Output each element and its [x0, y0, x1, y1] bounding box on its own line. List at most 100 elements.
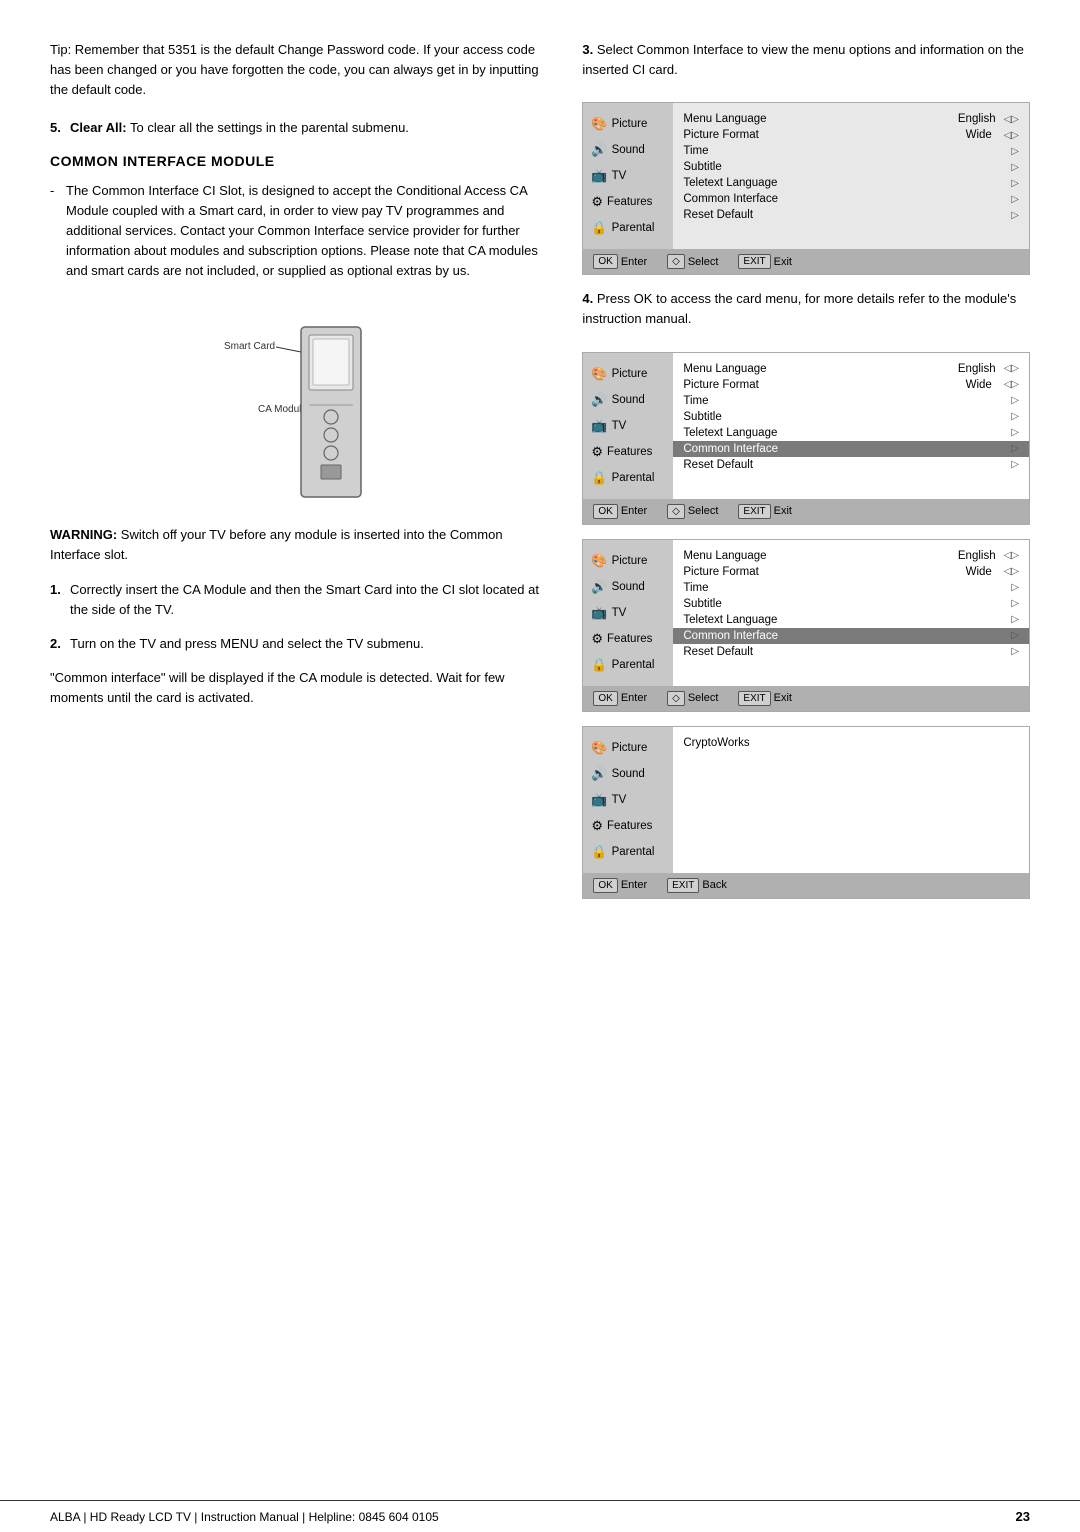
menu-item-parental-1[interactable]: 🔒 Parental	[583, 215, 673, 241]
menu-item-features-4[interactable]: ⚙ Features	[583, 813, 673, 839]
menu-picture-label-4: Picture	[612, 742, 648, 754]
menu-row-format-3: Picture Format Wide ◁▷	[683, 564, 1019, 580]
menu-row-format-2: Picture Format Wide ◁▷	[683, 377, 1019, 393]
menu-row-ci-1: Common Interface ▷	[683, 191, 1019, 207]
menu-row-reset-3: Reset Default ▷	[683, 644, 1019, 660]
parental-icon-3: 🔒	[591, 657, 607, 673]
bullet-text: The Common Interface CI Slot, is designe…	[50, 181, 542, 282]
footer-back-4: EXIT Back	[667, 878, 727, 893]
tv-menu-box-4: 🎨 Picture 🔊 Sound 📺 TV ⚙ Features	[582, 726, 1030, 899]
footer-select-1: ◇ Select	[667, 254, 718, 269]
features-icon-3: ⚙	[591, 631, 603, 647]
page-footer: ALBA | HD Ready LCD TV | Instruction Man…	[0, 1500, 1080, 1532]
menu-row-lang-2: Menu Language English ◁▷	[683, 361, 1019, 377]
parental-icon-1: 🔒	[591, 220, 607, 236]
menu-item-parental-4[interactable]: 🔒 Parental	[583, 839, 673, 865]
sound-icon-3: 🔊	[591, 579, 607, 595]
tv-menu-left-2: 🎨 Picture 🔊 Sound 📺 TV ⚙ Features	[583, 353, 673, 499]
menu-item-features-3[interactable]: ⚙ Features	[583, 626, 673, 652]
footer-exit-2: EXIT Exit	[738, 504, 792, 519]
menu-item-picture-3[interactable]: 🎨 Picture	[583, 548, 673, 574]
tv-icon-3: 📺	[591, 605, 607, 621]
menu-tv-label-1: TV	[612, 170, 627, 182]
menu-sound-label-3: Sound	[612, 581, 645, 593]
ca-module-label: CA Module	[258, 404, 307, 415]
arrow-reset-2: ▷	[1011, 459, 1019, 470]
menu-parental-label-3: Parental	[612, 659, 655, 671]
tv-menu-right-3: Menu Language English ◁▷ Picture Format …	[673, 540, 1029, 686]
arrow-lang-3: ◁▷	[1004, 550, 1019, 561]
tv-menu-left-1: 🎨 Picture 🔊 Sound 📺 TV ⚙ Features	[583, 103, 673, 249]
tv-menu-right-2: Menu Language English ◁▷ Picture Format …	[673, 353, 1029, 499]
features-icon-1: ⚙	[591, 194, 603, 210]
arrow-subtitle-1: ▷	[1011, 162, 1019, 173]
arrow-ci-2: ▷	[1011, 443, 1019, 454]
arrow-time-3: ▷	[1011, 582, 1019, 593]
picture-icon-4: 🎨	[591, 740, 607, 756]
cryptoworks-label: CryptoWorks	[683, 735, 1019, 751]
arrow-subtitle-3: ▷	[1011, 598, 1019, 609]
menu-row-teletext-1: Teletext Language ▷	[683, 175, 1019, 191]
menu-sound-label-4: Sound	[612, 768, 645, 780]
menu-item-sound-2[interactable]: 🔊 Sound	[583, 387, 673, 413]
tv-menu-right-4-cryptoworks: CryptoWorks	[673, 727, 1029, 873]
tv-menu-footer-4: OK Enter EXIT Back	[583, 873, 1029, 898]
menu-item-sound-3[interactable]: 🔊 Sound	[583, 574, 673, 600]
menu-row-subtitle-1: Subtitle ▷	[683, 159, 1019, 175]
warning-text: WARNING: Switch off your TV before any m…	[50, 525, 542, 565]
menu-row-teletext-2: Teletext Language ▷	[683, 425, 1019, 441]
footer-ok-4: OK Enter	[593, 878, 647, 893]
menu-tv-label-2: TV	[612, 420, 627, 432]
picture-icon-3: 🎨	[591, 553, 607, 569]
section-heading: COMMON INTERFACE MODULE	[50, 153, 542, 169]
menu-features-label-1: Features	[607, 196, 652, 208]
step-2: 2. Turn on the TV and press MENU and sel…	[50, 634, 542, 654]
quote-text: "Common interface" will be displayed if …	[50, 668, 542, 708]
arrow-ci-3: ▷	[1011, 630, 1019, 641]
diagram-svg: Smart Card CA Module	[216, 297, 396, 507]
menu-item-parental-3[interactable]: 🔒 Parental	[583, 652, 673, 678]
menu-parental-label-2: Parental	[612, 472, 655, 484]
footer-brand-text: ALBA | HD Ready LCD TV | Instruction Man…	[50, 1510, 439, 1524]
arrow-reset-3: ▷	[1011, 646, 1019, 657]
parental-icon-4: 🔒	[591, 844, 607, 860]
arrow-teletext-2: ▷	[1011, 427, 1019, 438]
ci-module-diagram: Smart Card CA Module	[70, 297, 542, 507]
menu-row-ci-2-highlighted: Common Interface ▷	[673, 441, 1029, 457]
footer-ok-2: OK Enter	[593, 504, 647, 519]
menu-row-reset-2: Reset Default ▷	[683, 457, 1019, 473]
step-1-num: 1.	[50, 580, 61, 600]
footer-ok-3: OK Enter	[593, 691, 647, 706]
menu-parental-label-4: Parental	[612, 846, 655, 858]
menu-parental-label-1: Parental	[612, 222, 655, 234]
menu-item-features-2[interactable]: ⚙ Features	[583, 439, 673, 465]
menu-features-label-4: Features	[607, 820, 652, 832]
menu-item-picture-2[interactable]: 🎨 Picture	[583, 361, 673, 387]
arrow-format-2: ◁▷	[1004, 379, 1019, 390]
menu-item-sound-4[interactable]: 🔊 Sound	[583, 761, 673, 787]
menu-item-tv-3[interactable]: 📺 TV	[583, 600, 673, 626]
step-5-label: Clear All: To clear all the settings in …	[70, 120, 409, 135]
menu-item-sound-1[interactable]: 🔊 Sound	[583, 137, 673, 163]
arrow-lang-1: ◁▷	[1004, 114, 1019, 125]
menu-item-features-1[interactable]: ⚙ Features	[583, 189, 673, 215]
menu-sound-label-2: Sound	[612, 394, 645, 406]
smart-card-label: Smart Card	[224, 341, 275, 352]
menu-item-parental-2[interactable]: 🔒 Parental	[583, 465, 673, 491]
menu-item-picture-4[interactable]: 🎨 Picture	[583, 735, 673, 761]
tv-icon-2: 📺	[591, 418, 607, 434]
sound-icon-4: 🔊	[591, 766, 607, 782]
menu-item-tv-1[interactable]: 📺 TV	[583, 163, 673, 189]
menu-item-tv-2[interactable]: 📺 TV	[583, 413, 673, 439]
parental-icon-2: 🔒	[591, 470, 607, 486]
picture-icon-1: 🎨	[591, 116, 607, 132]
menu-item-picture-1[interactable]: 🎨 Picture	[583, 111, 673, 137]
menu-row-reset-1: Reset Default ▷	[683, 207, 1019, 223]
arrow-subtitle-2: ▷	[1011, 411, 1019, 422]
footer-exit-3: EXIT Exit	[738, 691, 792, 706]
tv-icon-4: 📺	[591, 792, 607, 808]
menu-features-label-3: Features	[607, 633, 652, 645]
menu-tv-label-3: TV	[612, 607, 627, 619]
menu-item-tv-4[interactable]: 📺 TV	[583, 787, 673, 813]
tv-icon-1: 📺	[591, 168, 607, 184]
